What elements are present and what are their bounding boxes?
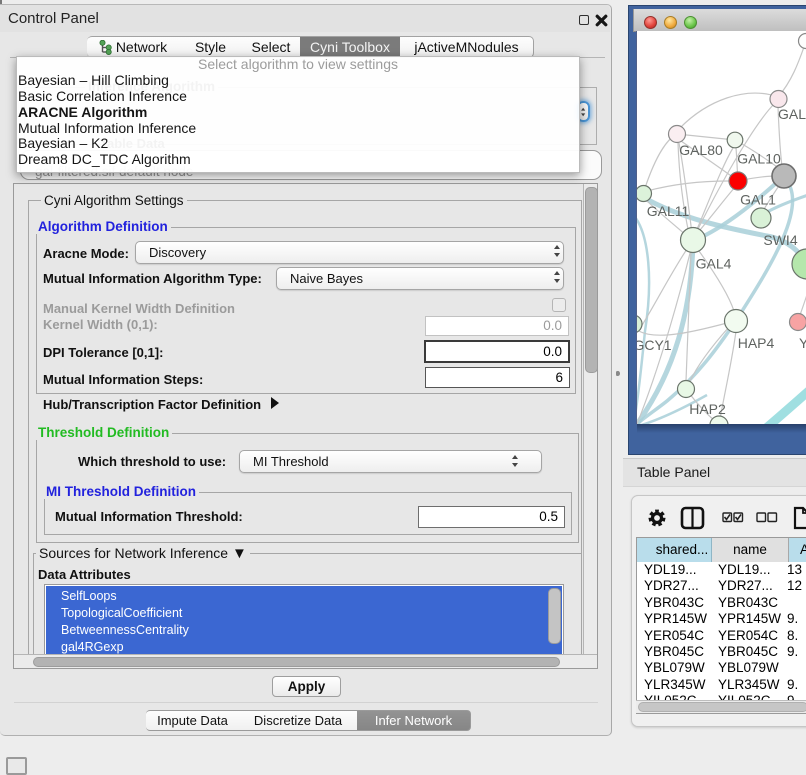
svg-text:Y: Y	[799, 335, 806, 351]
svg-text:GCY1: GCY1	[637, 337, 672, 353]
svg-text:GAL80: GAL80	[679, 142, 723, 158]
svg-text:HAP4: HAP4	[738, 335, 775, 351]
svg-text:GAL10: GAL10	[737, 151, 781, 167]
svg-text:SWI4: SWI4	[763, 232, 797, 248]
svg-text:HAP2: HAP2	[689, 401, 726, 417]
svg-text:GAL11: GAL11	[647, 203, 690, 219]
svg-text:GAL4: GAL4	[696, 256, 732, 272]
svg-text:GAL1: GAL1	[740, 192, 776, 208]
svg-text:GAL2: GAL2	[778, 106, 806, 122]
